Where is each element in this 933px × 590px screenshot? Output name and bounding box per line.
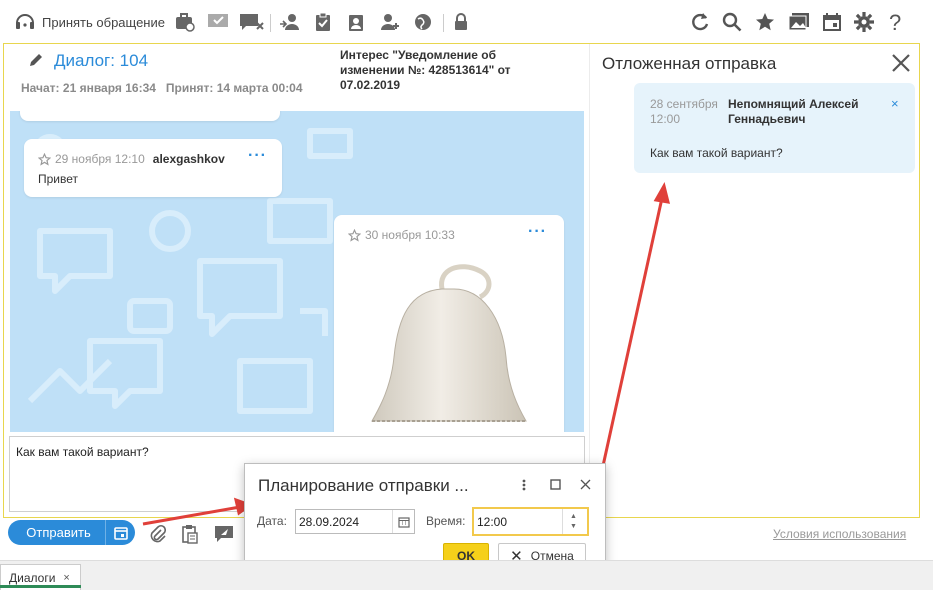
toolbar: Принять обращение ? — [0, 0, 933, 44]
time-field[interactable]: ▲ ▼ — [472, 507, 589, 536]
contact-badge-icon[interactable] — [346, 10, 366, 34]
globe-icon[interactable] — [413, 10, 433, 34]
toolbar-separator — [270, 14, 271, 32]
window-tab-bar: Диалоги × — [0, 560, 933, 590]
message-bubble-image[interactable]: 30 ноября 10:33 ··· — [334, 215, 564, 432]
gallery-icon[interactable] — [787, 10, 811, 34]
settings-gear-icon[interactable] — [853, 10, 875, 34]
calendar-icon[interactable] — [821, 10, 843, 34]
message-date: 30 ноября 10:33 — [365, 228, 455, 242]
send-button-label: Отправить — [26, 525, 91, 540]
star-icon[interactable] — [754, 10, 776, 34]
briefcase-link-icon[interactable] — [174, 10, 196, 34]
accept-request-label: Принять обращение — [42, 14, 165, 30]
dialog-interest[interactable]: Интерес "Уведомление об изменении №: 428… — [340, 48, 540, 93]
svg-text:?: ? — [889, 11, 901, 33]
help-icon[interactable]: ? — [886, 10, 906, 34]
dialog-meta: Начат: 21 января 16:34 Принят: 14 марта 0… — [21, 81, 303, 95]
message-bubble[interactable]: 29 ноября 12:10 alexgashkov ··· Привет — [24, 139, 282, 197]
remove-scheduled-icon[interactable]: × — [891, 96, 899, 111]
scheduled-author: Непомнящий Алексей Геннадьевич — [728, 97, 859, 126]
schedule-dialog-title: Планирование отправки ... — [258, 476, 469, 495]
star-outline-icon[interactable] — [38, 152, 51, 166]
schedule-send-icon[interactable] — [105, 520, 135, 545]
message-bubble-partial — [20, 111, 280, 121]
clipboard-paste-icon[interactable] — [181, 524, 199, 544]
compose-text[interactable]: Как вам такой вариант? — [16, 445, 578, 459]
message-check-icon[interactable] — [207, 10, 229, 34]
sauna-hat-image[interactable] — [350, 247, 548, 432]
more-vertical-icon[interactable] — [521, 478, 527, 492]
lock-icon[interactable] — [452, 10, 470, 34]
tab-dialogs-label: Диалоги — [9, 571, 56, 585]
refresh-icon[interactable] — [689, 10, 711, 34]
time-label: Время: — [426, 514, 466, 528]
message-author: alexgashkov — [152, 152, 225, 166]
calendar-picker-icon[interactable] — [392, 510, 414, 533]
dialog-title[interactable]: Диалог: 104 — [54, 51, 148, 71]
dialog-header: Диалог: 104 Начат: 21 января 16:34 Принят… — [10, 48, 585, 108]
user-transfer-icon[interactable] — [279, 10, 301, 34]
accept-request-button[interactable]: Принять обращение — [14, 10, 165, 34]
time-input[interactable] — [474, 510, 562, 533]
search-icon[interactable] — [721, 10, 743, 34]
scheduled-date: 28 сентября 12:00 — [650, 97, 718, 126]
edit-pencil-icon[interactable] — [28, 52, 44, 68]
panel-divider — [589, 44, 590, 517]
stepper-up-icon[interactable]: ▲ — [570, 512, 577, 522]
message-menu-icon[interactable]: ··· — [528, 223, 547, 241]
toolbar-separator — [443, 14, 444, 32]
scheduled-text: Как вам такой вариант? — [650, 146, 783, 160]
scheduled-message-card[interactable]: 28 сентября 12:00 Непомнящий Алексей Ген… — [634, 83, 915, 173]
paperclip-icon[interactable] — [148, 524, 166, 544]
message-rocket-icon[interactable] — [213, 524, 235, 544]
date-label: Дата: — [257, 514, 287, 528]
send-button[interactable]: Отправить — [8, 520, 135, 545]
date-field[interactable] — [295, 509, 415, 534]
headset-icon — [16, 14, 34, 29]
terms-of-use-link[interactable]: Условия использования — [773, 527, 906, 541]
clipboard-check-icon[interactable] — [313, 10, 333, 34]
message-delete-icon[interactable] — [239, 10, 265, 34]
tab-close-icon[interactable]: × — [63, 572, 69, 584]
dialog-started: Начат: 21 января 16:34 — [21, 81, 156, 95]
message-menu-icon[interactable]: ··· — [248, 147, 267, 165]
message-header: 29 ноября 12:10 alexgashkov — [38, 152, 225, 166]
deferred-send-title: Отложенная отправка — [602, 54, 777, 73]
chat-area[interactable]: 29 ноября 12:10 alexgashkov ··· Привет 3… — [10, 111, 584, 432]
message-date: 29 ноября 12:10 — [55, 152, 145, 166]
time-stepper[interactable]: ▲ ▼ — [562, 509, 584, 534]
active-tab-indicator — [0, 585, 81, 588]
dialog-accepted: Принят: 14 марта 00:04 — [165, 81, 303, 95]
maximize-icon[interactable] — [550, 479, 561, 490]
close-panel-icon[interactable] — [891, 53, 911, 73]
message-text: Привет — [38, 172, 79, 186]
date-input[interactable] — [296, 510, 392, 533]
close-dialog-icon[interactable] — [580, 479, 591, 490]
message-header: 30 ноября 10:33 — [348, 228, 455, 242]
stepper-down-icon[interactable]: ▼ — [570, 522, 577, 532]
user-add-icon[interactable] — [379, 10, 401, 34]
star-outline-icon[interactable] — [348, 228, 361, 242]
